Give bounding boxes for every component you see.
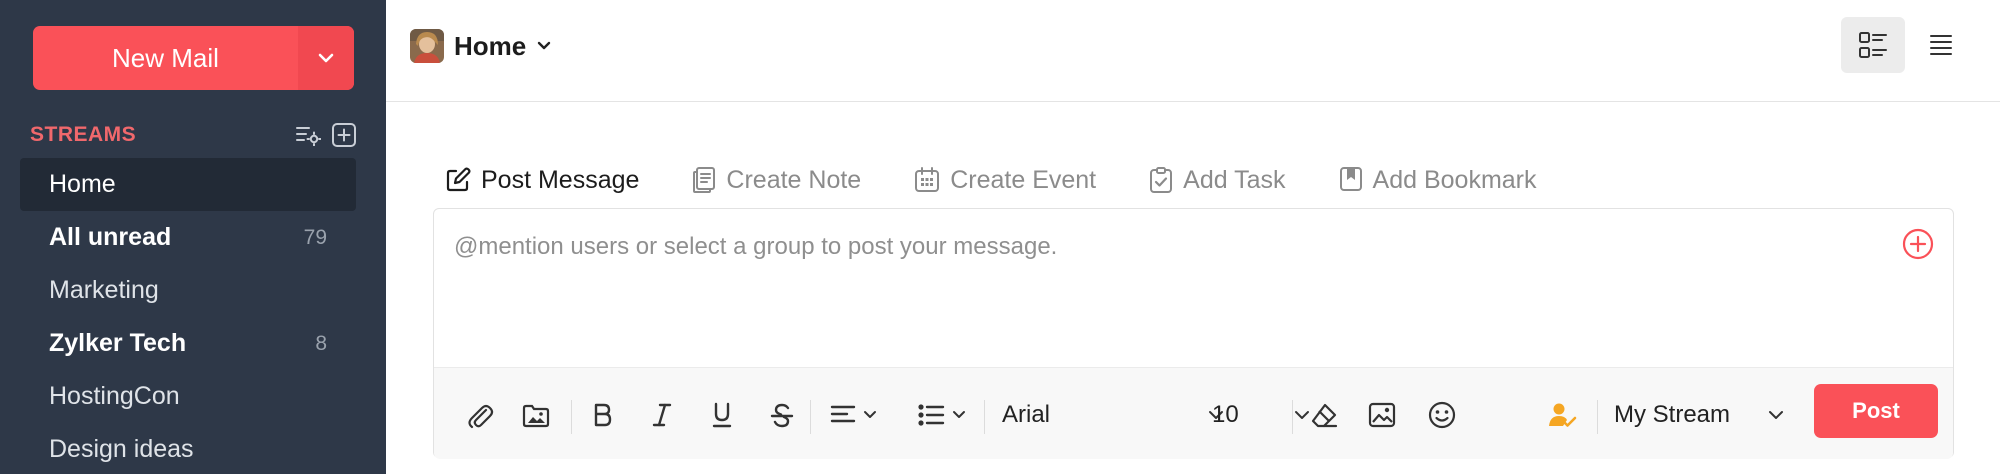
post-button[interactable]: Post — [1814, 384, 1938, 438]
stream-select-value: My Stream — [1614, 401, 1731, 428]
message-composer: @mention users or select a group to post… — [433, 208, 1954, 459]
note-icon — [693, 167, 716, 193]
streams-header: STREAMS — [30, 120, 358, 150]
add-stream-icon[interactable] — [330, 121, 358, 149]
strikethrough-icon — [770, 403, 794, 428]
chevron-down-icon — [1769, 411, 1783, 419]
underline-icon — [712, 402, 732, 428]
sidebar-item-label: Home — [49, 170, 116, 198]
clear-formatting-button[interactable] — [1306, 398, 1342, 432]
sidebar-item-label: HostingCon — [49, 382, 180, 410]
tab-post-message[interactable]: Post Message — [444, 166, 639, 195]
task-icon — [1150, 167, 1173, 193]
insert-image-button[interactable] — [1364, 398, 1400, 432]
toolbar-divider — [810, 400, 811, 434]
bullet-list-icon — [918, 404, 945, 426]
sidebar-item-label: Design ideas — [49, 435, 194, 463]
list-view-icon — [1930, 35, 1952, 55]
insert-from-folder-button[interactable] — [518, 398, 554, 432]
add-circle-icon[interactable] — [1901, 227, 1935, 266]
stream-switcher[interactable]: Home — [410, 26, 552, 66]
new-mail-button-group: New Mail — [33, 26, 354, 90]
list-view-button[interactable] — [1909, 17, 1973, 73]
message-placeholder: @mention users or select a group to post… — [454, 233, 1058, 260]
tab-label: Add Task — [1183, 165, 1286, 194]
eraser-icon — [1311, 403, 1338, 428]
italic-button[interactable] — [644, 398, 680, 432]
tab-add-bookmark[interactable]: Add Bookmark — [1338, 166, 1537, 195]
font-size-select[interactable]: 10 — [1212, 398, 1310, 432]
bold-icon — [594, 403, 612, 427]
stream-select[interactable]: My Stream — [1614, 398, 1784, 432]
tab-label: Add Bookmark — [1372, 165, 1537, 194]
sidebar: New Mail STREAMS Home All unread 79 Mark… — [0, 0, 386, 474]
post-visibility-button[interactable] — [1544, 398, 1580, 432]
toolbar-divider — [1597, 400, 1598, 434]
sidebar-item-design-ideas[interactable]: Design ideas — [20, 423, 356, 474]
italic-icon — [652, 403, 672, 427]
font-size-value: 10 — [1212, 401, 1239, 428]
streams-actions — [294, 121, 358, 149]
sidebar-item-label: Marketing — [49, 276, 159, 304]
tab-create-note[interactable]: Create Note — [691, 166, 861, 195]
font-family-value: Arial — [1002, 401, 1051, 428]
sidebar-item-home[interactable]: Home — [20, 158, 356, 211]
tab-label: Create Event — [950, 165, 1097, 194]
chevron-down-icon — [538, 41, 551, 50]
stream-settings-icon[interactable] — [294, 121, 322, 149]
card-view-button[interactable] — [1841, 17, 1905, 73]
stream-list: Home All unread 79 Marketing Zylker Tech… — [20, 158, 356, 474]
new-mail-button[interactable]: New Mail — [33, 26, 298, 90]
underline-button[interactable] — [704, 398, 740, 432]
page-title: Home — [454, 30, 527, 61]
font-family-select[interactable]: Arial — [1002, 398, 1224, 432]
chevron-down-icon — [318, 53, 334, 63]
sidebar-item-label: All unread — [49, 223, 172, 251]
image-icon — [1368, 402, 1396, 428]
top-header: Home — [386, 0, 2000, 102]
sidebar-item-hostingcon[interactable]: HostingCon — [20, 370, 356, 423]
emoji-button[interactable] — [1424, 398, 1460, 432]
smiley-icon — [1428, 401, 1456, 429]
sidebar-item-marketing[interactable]: Marketing — [20, 264, 356, 317]
unread-count: 79 — [303, 225, 327, 249]
toolbar-divider — [984, 400, 985, 434]
toolbar-divider — [571, 400, 572, 434]
new-mail-dropdown-button[interactable] — [298, 26, 354, 90]
formatting-toolbar: Arial 10 My Stream Post — [434, 367, 1953, 459]
user-check-icon — [1549, 403, 1577, 427]
message-input[interactable]: @mention users or select a group to post… — [434, 209, 1953, 367]
strikethrough-button[interactable] — [764, 398, 800, 432]
card-view-icon — [1859, 32, 1887, 58]
avatar — [410, 29, 444, 63]
tab-label: Create Note — [726, 165, 862, 194]
tab-create-event[interactable]: Create Event — [913, 166, 1096, 195]
align-dropdown[interactable] — [822, 398, 884, 432]
bold-button[interactable] — [584, 398, 620, 432]
paperclip-icon — [468, 404, 494, 429]
align-left-icon — [830, 405, 856, 423]
list-dropdown[interactable] — [910, 398, 972, 432]
toolbar-divider — [1292, 400, 1293, 434]
attach-file-button[interactable] — [462, 398, 498, 432]
chevron-down-icon — [953, 411, 965, 418]
composer-tabs: Post Message Create Note Create Event Ad… — [444, 158, 1589, 202]
sidebar-item-all-unread[interactable]: All unread 79 — [20, 211, 356, 264]
edit-icon — [446, 167, 471, 192]
tab-add-task[interactable]: Add Task — [1148, 165, 1286, 195]
folder-image-icon — [522, 404, 550, 428]
bookmark-icon — [1339, 167, 1362, 191]
unread-count: 8 — [315, 331, 327, 355]
streams-title: STREAMS — [30, 123, 137, 146]
sidebar-item-label: Zylker Tech — [49, 329, 187, 357]
tab-label: Post Message — [481, 165, 640, 194]
chevron-down-icon — [864, 411, 876, 418]
calendar-icon — [915, 167, 940, 192]
sidebar-item-zylker-tech[interactable]: Zylker Tech 8 — [20, 317, 356, 370]
